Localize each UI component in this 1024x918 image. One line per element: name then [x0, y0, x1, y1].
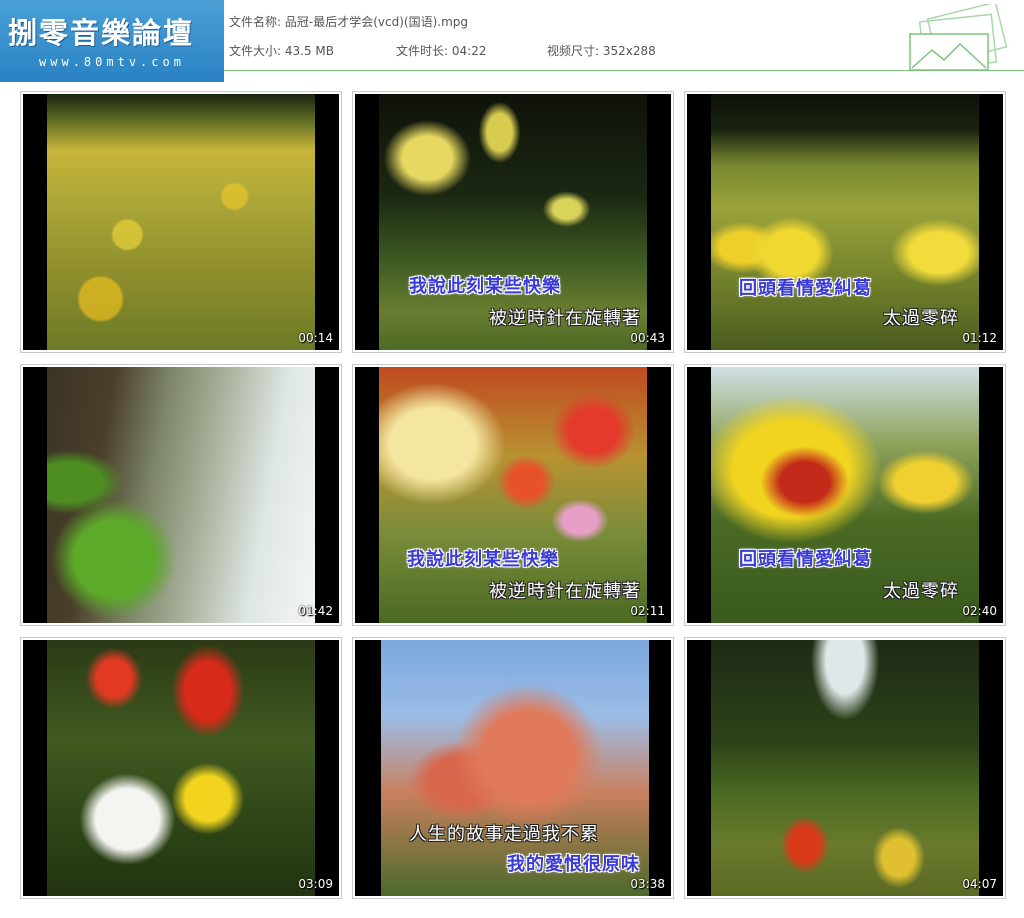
subtitle-line-1: 我說此刻某些快樂: [409, 276, 561, 297]
subtitle-line-1: 回頭看情愛糾葛: [739, 278, 872, 299]
video-frame: 01:42: [23, 367, 339, 623]
video-frame: 回頭看情愛糾葛 太過零碎 01:12: [687, 94, 1003, 350]
subtitle-line-2: 被逆時針在旋轉著: [489, 308, 641, 329]
subtitle-line-2: 我的愛恨很原味: [507, 854, 640, 875]
timestamp: 01:42: [298, 604, 333, 618]
video-frame: 我說此刻某些快樂 被逆時針在旋轉著 02:11: [355, 367, 671, 623]
tree-canopy-image: [47, 367, 315, 623]
video-frame: 人生的故事走過我不累 我的愛恨很原味 03:38: [355, 640, 671, 896]
timestamp: 00:43: [630, 331, 665, 345]
thumbnail[interactable]: 我說此刻某些快樂 被逆時針在旋轉著 02:11: [352, 364, 674, 626]
video-frame: 回頭看情愛糾葛 太過零碎 02:40: [687, 367, 1003, 623]
timestamp: 01:12: [962, 331, 997, 345]
thumbnail[interactable]: 01:42: [20, 364, 342, 626]
thumbnail[interactable]: 我說此刻某些快樂 被逆時針在旋轉著 00:43: [352, 91, 674, 353]
subtitle-line-2: 被逆時針在旋轉著: [489, 581, 641, 602]
timestamp: 03:38: [630, 877, 665, 891]
thumbnail[interactable]: 回頭看情愛糾葛 太過零碎 01:12: [684, 91, 1006, 353]
thumbnail[interactable]: 03:09: [20, 637, 342, 899]
mixed-lilies-image: [47, 640, 315, 896]
timestamp: 00:14: [298, 331, 333, 345]
subtitle-line-2: 太過零碎: [883, 581, 959, 602]
video-frame: 我說此刻某些快樂 被逆時針在旋轉著 00:43: [355, 94, 671, 350]
lily-field-image: [47, 94, 315, 350]
subtitle-line-2: 太過零碎: [883, 308, 959, 329]
subtitle-line-1: 人生的故事走過我不累: [409, 824, 599, 845]
thumbnail[interactable]: 00:14: [20, 91, 342, 353]
subtitle-line-1: 回頭看情愛糾葛: [739, 549, 872, 570]
video-frame: 04:07: [687, 640, 1003, 896]
garden-hill-image: [711, 640, 979, 896]
timestamp: 02:11: [630, 604, 665, 618]
subtitle-line-1: 我說此刻某些快樂: [407, 549, 559, 570]
thumbnail[interactable]: 人生的故事走過我不累 我的愛恨很原味 03:38: [352, 637, 674, 899]
video-frame: 00:14: [23, 94, 339, 350]
thumbnail-grid: 00:14 我說此刻某些快樂 被逆時針在旋轉著 00:43 回頭看情愛糾葛 太過…: [0, 0, 1024, 918]
thumbnail[interactable]: 04:07: [684, 637, 1006, 899]
video-frame: 03:09: [23, 640, 339, 896]
timestamp: 04:07: [962, 877, 997, 891]
timestamp: 02:40: [962, 604, 997, 618]
thumbnail[interactable]: 回頭看情愛糾葛 太過零碎 02:40: [684, 364, 1006, 626]
timestamp: 03:09: [298, 877, 333, 891]
